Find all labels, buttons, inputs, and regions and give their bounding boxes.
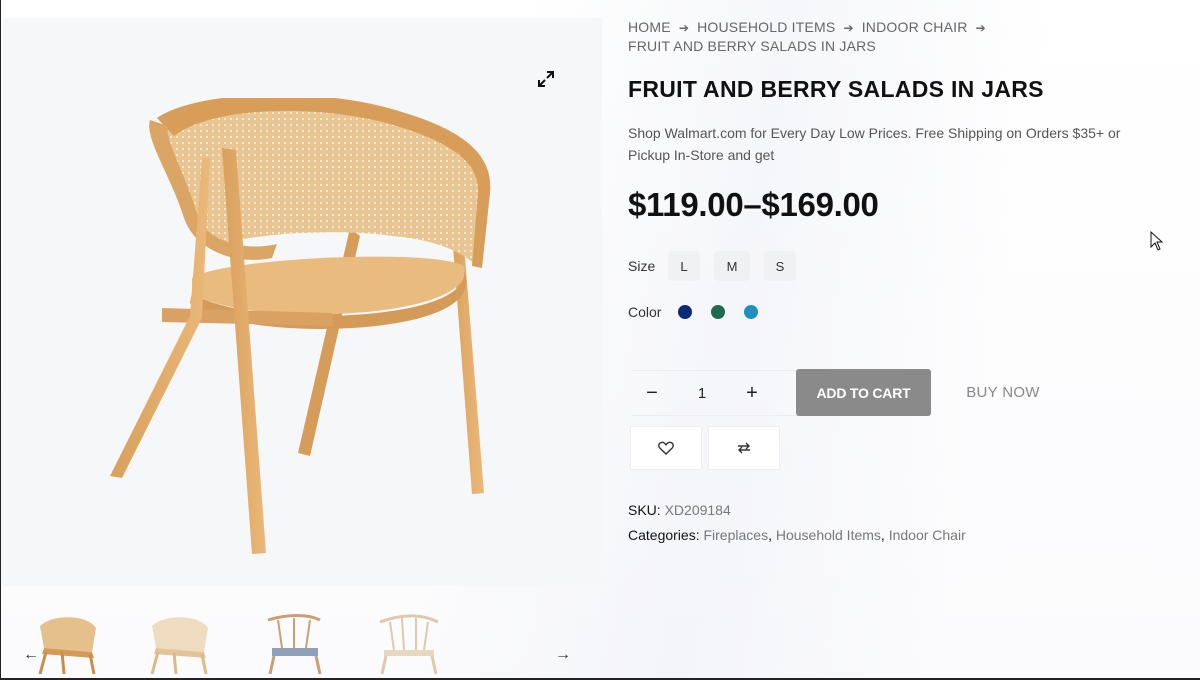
thumbnail-2[interactable]	[144, 612, 216, 674]
quantity-stepper: − +	[632, 370, 812, 416]
categories-row: Categories: Fireplaces, Household Items,…	[628, 527, 966, 543]
thumbnail-3[interactable]	[258, 612, 330, 674]
sku-row: SKU: XD209184	[628, 502, 731, 518]
heart-icon	[658, 441, 674, 455]
sku-value: XD209184	[664, 502, 731, 518]
categories-label: Categories:	[628, 527, 700, 543]
product-page: ← → HOME ➔ HOUSEHOLD ITEMS ➔ INDOOR CHAIR	[0, 0, 1200, 680]
wishlist-button[interactable]	[630, 426, 702, 470]
purchase-panel: − + ADD TO CART BUY NOW SKU: XD209184 Ca…	[628, 0, 1188, 678]
product-main-image[interactable]	[102, 98, 502, 558]
quantity-input[interactable]	[672, 370, 732, 416]
product-gallery	[2, 18, 602, 586]
compare-button[interactable]	[708, 426, 780, 470]
compare-arrows-icon	[738, 442, 750, 454]
thumbnail-strip: ← →	[2, 600, 602, 678]
buy-now-button[interactable]: BUY NOW	[948, 369, 1058, 416]
category-link-fireplaces[interactable]: Fireplaces	[703, 527, 768, 543]
thumbnail-1[interactable]	[32, 612, 104, 674]
arrow-right-icon[interactable]: →	[552, 644, 574, 666]
quantity-increase-button[interactable]: +	[732, 370, 772, 416]
expand-icon[interactable]	[537, 70, 555, 88]
sku-label: SKU:	[628, 502, 661, 518]
quantity-decrease-button[interactable]: −	[632, 370, 672, 416]
category-link-indoor-chair[interactable]: Indoor Chair	[889, 527, 966, 543]
add-to-cart-button[interactable]: ADD TO CART	[796, 369, 931, 416]
mouse-cursor-icon	[1150, 231, 1164, 251]
category-link-household-items[interactable]: Household Items	[776, 527, 881, 543]
thumbnail-4[interactable]	[372, 612, 444, 674]
